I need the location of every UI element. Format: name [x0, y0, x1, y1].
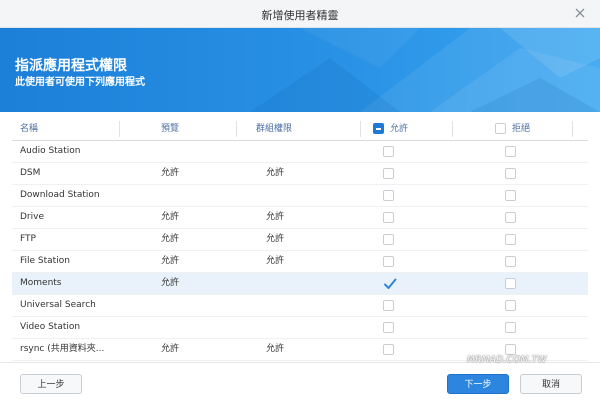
deny-checkbox[interactable] — [505, 256, 516, 267]
next-button[interactable]: 下一步 — [447, 374, 509, 394]
table-row[interactable]: DSM 允許 允許 — [12, 163, 588, 185]
allow-all-checkbox[interactable] — [373, 123, 384, 134]
app-name: Video Station — [20, 322, 81, 332]
app-name: Universal Search — [20, 300, 96, 310]
header-deny: 拒絕 — [512, 124, 531, 134]
table-row[interactable]: Audio Station — [12, 141, 588, 163]
header-allow: 允許 — [390, 124, 409, 134]
group-permission-value: 允許 — [266, 256, 285, 266]
watermark: MRMAD.COM.TW — [467, 355, 547, 365]
deny-checkbox[interactable] — [505, 234, 516, 245]
group-permission-value: 允許 — [266, 168, 285, 178]
deny-checkbox[interactable] — [505, 300, 516, 311]
deny-checkbox[interactable] — [505, 344, 516, 355]
table-row[interactable]: File Station 允許 允許 — [12, 251, 588, 273]
dialog-title: 新增使用者精靈 — [261, 9, 339, 22]
dialog-footer: 上一步 下一步 取消 — [0, 362, 600, 401]
allow-checkbox[interactable] — [383, 168, 394, 179]
app-name: DSM — [20, 168, 41, 178]
preview-value: 允許 — [161, 344, 180, 354]
table-row[interactable]: FTP 允許 允許 — [12, 229, 588, 251]
preview-value: 允許 — [161, 256, 180, 266]
close-icon[interactable] — [572, 5, 588, 21]
column-divider — [236, 121, 237, 137]
allow-checkbox[interactable] — [383, 344, 394, 355]
deny-checkbox[interactable] — [505, 322, 516, 333]
table-body: Audio Station DSM 允許 允許 Download Station Driv… — [12, 141, 588, 361]
app-name: Audio Station — [20, 146, 81, 156]
table-row[interactable]: Moments 允許 — [12, 273, 588, 295]
preview-value: 允許 — [161, 234, 180, 244]
table-row[interactable]: Drive 允許 允許 — [12, 207, 588, 229]
deny-checkbox[interactable] — [505, 190, 516, 201]
allow-checkbox[interactable] — [383, 234, 394, 245]
table-row[interactable]: Universal Search — [12, 295, 588, 317]
header-name[interactable]: 名稱 — [20, 118, 38, 140]
app-name: FTP — [20, 234, 36, 244]
header-banner: 指派應用程式權限 此使用者可使用下列應用程式 — [0, 28, 600, 112]
banner-title: 指派應用程式權限 — [15, 58, 127, 74]
table-row[interactable]: Download Station — [12, 185, 588, 207]
app-name: File Station — [20, 256, 70, 266]
preview-value: 允許 — [161, 168, 180, 178]
header-group-permission[interactable]: 群組權限 — [256, 118, 292, 140]
allow-checkbox[interactable] — [383, 300, 394, 311]
deny-checkbox[interactable] — [505, 278, 516, 289]
deny-checkbox[interactable] — [505, 212, 516, 223]
dialog-titlebar: 新增使用者精靈 — [0, 0, 600, 28]
app-name: Moments — [20, 278, 62, 288]
deny-all-checkbox[interactable] — [495, 123, 506, 134]
table-header: 名稱 預覽 群組權限 允許 拒絕 — [12, 118, 588, 141]
column-divider — [452, 121, 453, 137]
column-divider — [360, 121, 361, 137]
preview-value: 允許 — [161, 212, 180, 222]
app-name: Drive — [20, 212, 44, 222]
back-button[interactable]: 上一步 — [20, 374, 82, 394]
app-name: Download Station — [20, 190, 100, 200]
preview-value: 允許 — [161, 278, 180, 288]
allow-checkbox[interactable] — [383, 322, 394, 333]
allow-checkbox[interactable] — [383, 146, 394, 157]
checkmark-icon — [384, 278, 397, 289]
app-name: rsync (共用資料夾... — [20, 344, 105, 354]
table-row[interactable]: Video Station — [12, 317, 588, 339]
column-divider — [119, 121, 120, 137]
cancel-button[interactable]: 取消 — [520, 374, 582, 394]
allow-checkbox[interactable] — [383, 256, 394, 267]
group-permission-value: 允許 — [266, 234, 285, 244]
allow-checkbox[interactable] — [383, 212, 394, 223]
deny-checkbox[interactable] — [505, 168, 516, 179]
deny-checkbox[interactable] — [505, 146, 516, 157]
banner-subtitle: 此使用者可使用下列應用程式 — [15, 77, 145, 88]
permissions-table: 名稱 預覽 群組權限 允許 拒絕 Audio Station DSM 允許 允許 Dow… — [12, 118, 588, 361]
column-divider — [572, 121, 573, 137]
group-permission-value: 允許 — [266, 344, 285, 354]
allow-checkbox[interactable] — [383, 278, 397, 289]
allow-checkbox[interactable] — [383, 190, 394, 201]
group-permission-value: 允許 — [266, 212, 285, 222]
header-preview[interactable]: 預覽 — [161, 118, 179, 140]
